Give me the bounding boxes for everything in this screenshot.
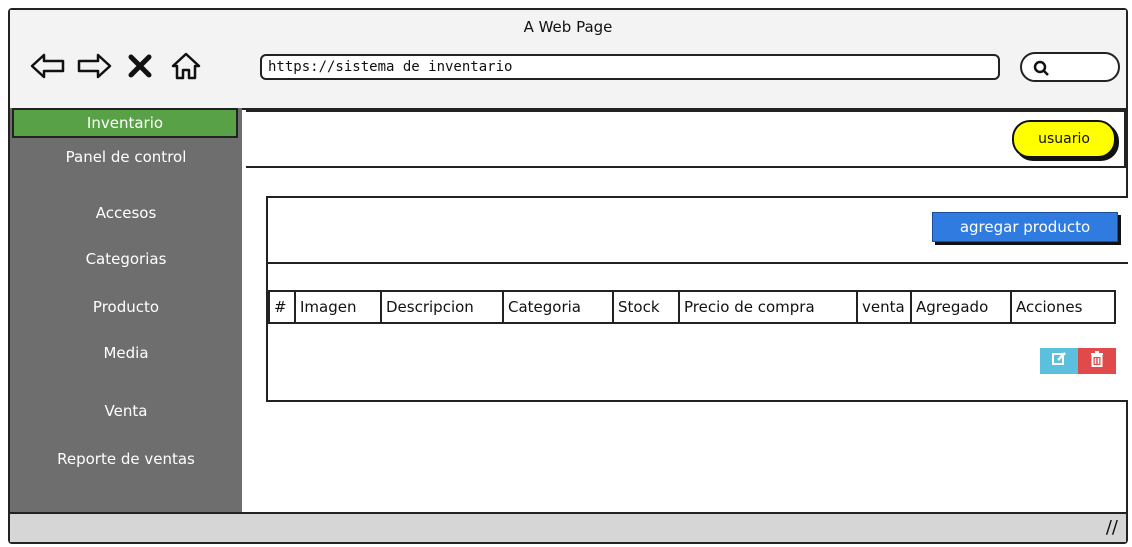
browser-titlebar: A Web Page https://sistema de inventario <box>10 10 1126 110</box>
table-header: # Imagen Descripcion Categoria Stock Pre… <box>268 290 1116 324</box>
column-header[interactable]: Agregado <box>910 290 1012 324</box>
forward-arrow-icon[interactable] <box>76 50 112 82</box>
column-header[interactable]: Descripcion <box>380 290 504 324</box>
home-icon[interactable] <box>168 50 204 82</box>
sidebar-item-accesos[interactable]: Accesos <box>10 204 242 222</box>
product-panel: agregar producto # Imagen Descripcion Ca… <box>266 196 1128 402</box>
column-header[interactable]: venta <box>856 290 912 324</box>
row-actions <box>1040 348 1116 374</box>
sidebar: Inventario Panel de control Accesos Cate… <box>10 108 242 514</box>
sidebar-item-reporte-de-ventas[interactable]: Reporte de ventas <box>10 450 242 468</box>
nav-icons <box>30 50 204 82</box>
column-header[interactable]: Precio de compra <box>678 290 858 324</box>
panel-header: agregar producto <box>268 198 1128 264</box>
add-product-button[interactable]: agregar producto <box>932 212 1118 242</box>
search-icon <box>1032 59 1050 81</box>
url-bar[interactable]: https://sistema de inventario <box>260 54 1000 80</box>
browser-window: A Web Page https://sistema de inventario… <box>8 8 1128 544</box>
trash-icon <box>1089 350 1105 372</box>
status-bar: // <box>10 512 1126 542</box>
edit-icon <box>1051 351 1067 371</box>
resize-grip-icon[interactable]: // <box>1106 517 1118 538</box>
column-header[interactable]: Imagen <box>294 290 382 324</box>
edit-button[interactable] <box>1040 348 1078 374</box>
sidebar-item-venta[interactable]: Venta <box>10 402 242 420</box>
close-x-icon[interactable] <box>122 50 158 82</box>
window-title: A Web Page <box>523 18 613 36</box>
column-header[interactable]: Categoria <box>502 290 614 324</box>
user-menu-button[interactable]: usuario <box>1012 120 1116 158</box>
back-arrow-icon[interactable] <box>30 50 66 82</box>
browser-search-field[interactable] <box>1020 52 1120 82</box>
column-header[interactable]: # <box>268 290 296 324</box>
sidebar-item-inventario[interactable]: Inventario <box>12 108 238 138</box>
sidebar-item-media[interactable]: Media <box>10 344 242 362</box>
column-header[interactable]: Acciones <box>1010 290 1116 324</box>
sidebar-item-categorias[interactable]: Categorias <box>10 250 242 268</box>
column-header[interactable]: Stock <box>612 290 680 324</box>
top-bar: usuario <box>246 110 1126 168</box>
sidebar-item-panel-de-control[interactable]: Panel de control <box>10 148 242 166</box>
sidebar-item-producto[interactable]: Producto <box>10 298 242 316</box>
delete-button[interactable] <box>1078 348 1116 374</box>
